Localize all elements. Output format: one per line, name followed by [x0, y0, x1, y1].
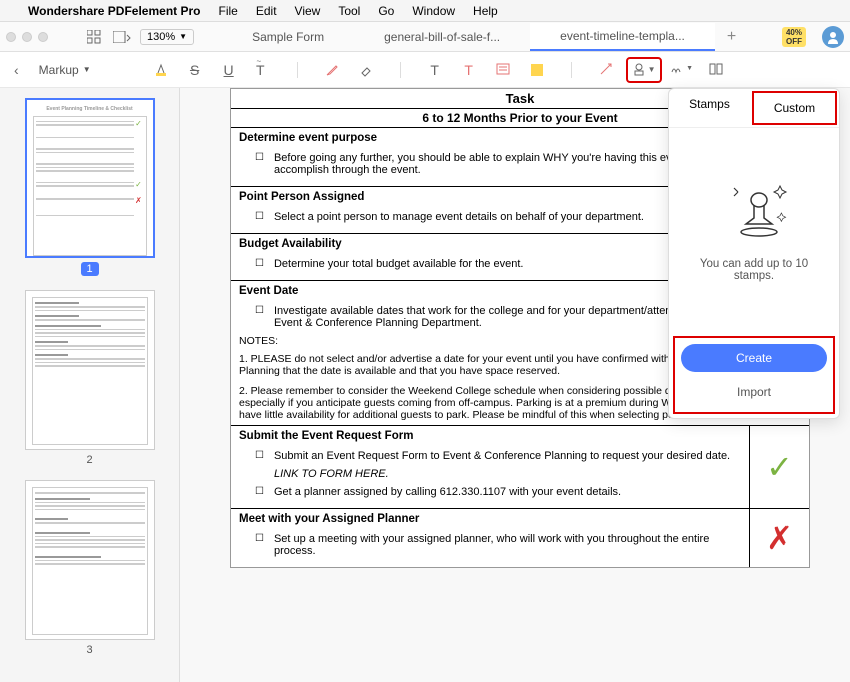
tab-sample-form[interactable]: Sample Form [222, 24, 354, 50]
menu-edit[interactable]: Edit [256, 4, 277, 18]
window-controls[interactable] [6, 32, 48, 42]
highlight-tool-icon[interactable] [147, 58, 175, 82]
checkbox-icon: ☐ [255, 450, 264, 462]
sticky-note-tool-icon[interactable] [523, 58, 551, 82]
panel-actions: Create Import [673, 336, 835, 414]
thumbnail-page-2[interactable] [25, 290, 155, 450]
stamp-illustration-icon [724, 178, 784, 238]
thumbnail-sidebar: Event Planning Timeline & Checklist ✓ ✓ … [0, 88, 180, 682]
checkbox-icon: ☐ [255, 486, 264, 498]
arrow-tool-icon[interactable] [592, 57, 620, 81]
markup-toolbar: ‹ Markup ▼ S U T~ T T ▼ ▼ [0, 52, 850, 88]
text-tool-icon[interactable]: T [421, 58, 449, 82]
menu-go[interactable]: Go [378, 4, 394, 18]
eraser-tool-icon[interactable] [352, 58, 380, 82]
checkbox-icon: ☐ [255, 533, 264, 557]
row-text: Submit an Event Request Form to Event & … [274, 450, 730, 462]
callout-tool-icon[interactable] [489, 58, 517, 82]
menu-window[interactable]: Window [412, 4, 455, 18]
row-text: Determine your total budget available fo… [274, 258, 523, 270]
document-tabs: Sample Form general-bill-of-sale-f... ev… [202, 23, 774, 51]
checkmark-stamp: ✓ [749, 426, 809, 508]
thumbnail-label-1: 1 [81, 262, 99, 276]
panel-help-text: You can add up to 10 stamps. [681, 258, 827, 282]
zoom-selector[interactable]: 130%▼ [140, 29, 194, 45]
pencil-tool-icon[interactable] [318, 58, 346, 82]
window-toolbar: 130%▼ Sample Form general-bill-of-sale-f… [0, 22, 850, 52]
system-menubar: Wondershare PDFelement Pro File Edit Vie… [0, 0, 850, 22]
checkbox-icon: ☐ [255, 211, 264, 223]
checkbox-icon: ☐ [255, 305, 264, 329]
panel-tab-custom[interactable]: Custom [752, 91, 837, 125]
compare-tool-icon[interactable] [702, 57, 730, 81]
menu-file[interactable]: File [219, 4, 238, 18]
stamp-panel: Stamps Custom You can add up to 10 stamp… [668, 88, 840, 419]
tab-bill-of-sale[interactable]: general-bill-of-sale-f... [354, 24, 530, 50]
app-name[interactable]: Wondershare PDFelement Pro [28, 4, 201, 18]
row-title: Submit the Event Request Form [239, 430, 741, 442]
tab-event-timeline[interactable]: event-timeline-templa... [530, 23, 715, 51]
create-button[interactable]: Create [681, 344, 827, 372]
thumbnail-label-3: 3 [10, 644, 169, 656]
user-avatar[interactable] [822, 26, 844, 48]
thumbnail-page-3[interactable] [25, 480, 155, 640]
squiggly-tool-icon[interactable]: T~ [249, 58, 277, 82]
row-text: Set up a meeting with your assigned plan… [274, 533, 741, 557]
cross-stamp: ✗ [749, 509, 809, 567]
import-button[interactable]: Import [681, 378, 827, 406]
checkbox-icon: ☐ [255, 258, 264, 270]
row-text: Select a point person to manage event de… [274, 211, 644, 223]
strikethrough-tool-icon[interactable]: S [181, 58, 209, 82]
panel-tab-stamps[interactable]: Stamps [669, 89, 750, 127]
thumbnails-icon[interactable] [84, 27, 104, 47]
menu-help[interactable]: Help [473, 4, 498, 18]
thumbnail-page-1[interactable]: Event Planning Timeline & Checklist ✓ ✓ … [25, 98, 155, 258]
text-box-tool-icon[interactable]: T [455, 58, 483, 82]
signature-tool-icon[interactable]: ▼ [668, 57, 696, 81]
promo-badge[interactable]: 40%OFF [782, 27, 806, 47]
row-text: Get a planner assigned by calling 612.33… [274, 486, 621, 498]
checkbox-icon: ☐ [255, 152, 264, 176]
new-tab-button[interactable]: + [715, 28, 748, 46]
menu-view[interactable]: View [295, 4, 321, 18]
underline-tool-icon[interactable]: U [215, 58, 243, 82]
stamp-tool-button[interactable]: ▼ [626, 57, 662, 83]
thumbnail-label-2: 2 [10, 454, 169, 466]
link-text: LINK TO FORM HERE. [274, 468, 389, 480]
view-mode-icon[interactable] [112, 27, 132, 47]
markup-dropdown[interactable]: Markup ▼ [39, 63, 91, 77]
menu-tool[interactable]: Tool [338, 4, 360, 18]
row-title: Meet with your Assigned Planner [239, 513, 741, 525]
back-icon[interactable]: ‹ [14, 62, 19, 78]
